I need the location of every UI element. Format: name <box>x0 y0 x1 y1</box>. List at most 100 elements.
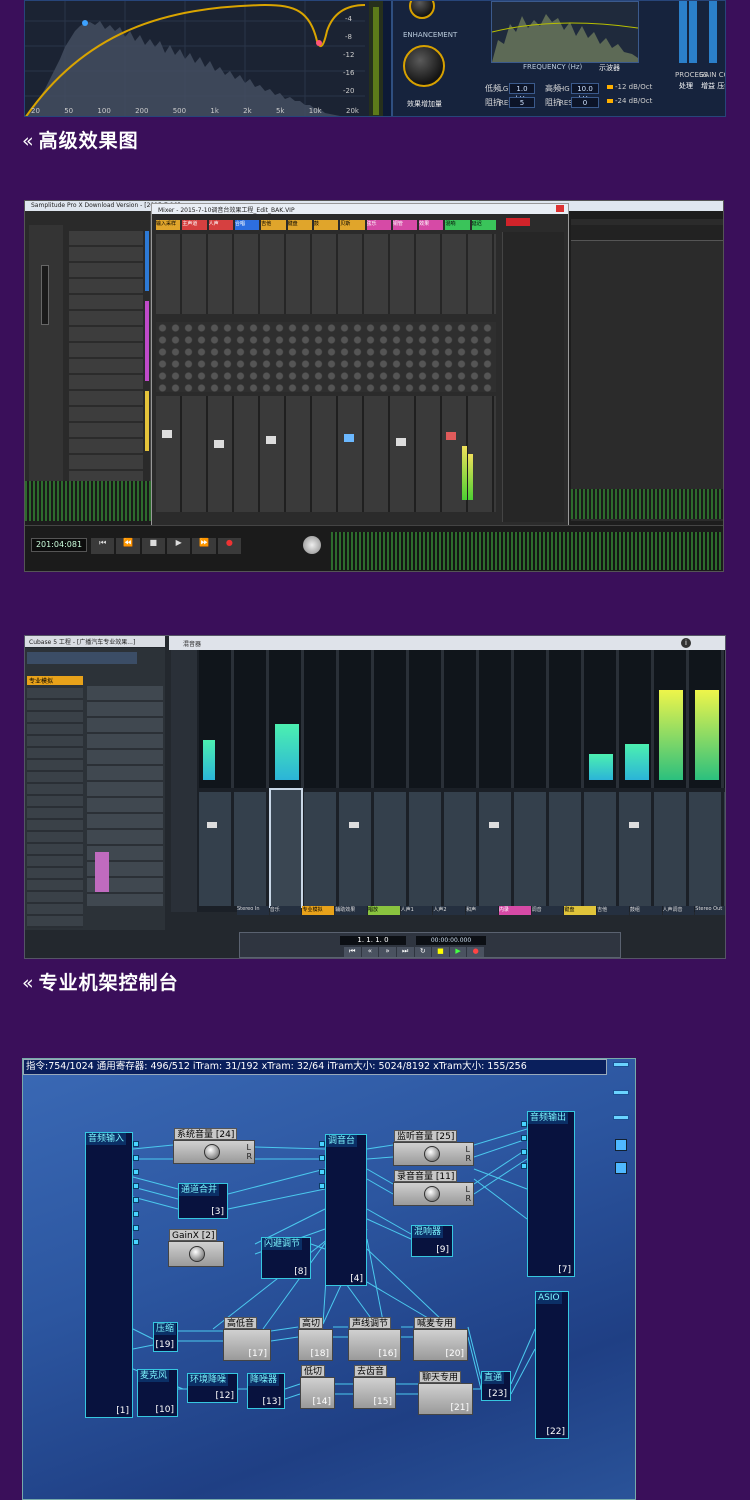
forward-icon[interactable]: » <box>379 947 396 957</box>
module-passthrough[interactable]: 直通 [23] <box>481 1371 511 1401</box>
module-mixer[interactable]: 调音台 [4] <box>325 1134 367 1286</box>
channel-name-top[interactable]: 混响 <box>445 220 470 230</box>
low-freq-field[interactable]: 1.0 kHz <box>509 83 535 103</box>
close-icon[interactable] <box>556 205 564 212</box>
high-res-field[interactable]: 0 <box>571 97 599 108</box>
output-pin[interactable] <box>133 1141 139 1147</box>
forward-icon[interactable]: ⏩ <box>192 538 216 554</box>
module-ducking[interactable]: 闪避调节 [8] <box>261 1237 311 1279</box>
channel-name-top[interactable]: 弦乐 <box>366 220 391 230</box>
module-de-esser[interactable]: 去齿音 [15] <box>353 1365 396 1409</box>
input-pin[interactable] <box>319 1169 325 1175</box>
input-pin[interactable] <box>319 1141 325 1147</box>
output-pin[interactable] <box>133 1225 139 1231</box>
channel-name[interactable]: 专业模拟 <box>302 906 335 915</box>
module-compressor[interactable]: 压缩 [19] <box>153 1322 178 1352</box>
fader-cap[interactable] <box>344 434 354 442</box>
output-pin[interactable] <box>133 1197 139 1203</box>
volume-knob[interactable] <box>204 1144 220 1160</box>
channel-name-top[interactable]: 鼓 <box>313 220 339 230</box>
volume-knob[interactable] <box>303 536 321 554</box>
module-high-cut[interactable]: 高切 [18] <box>298 1317 333 1361</box>
channel-name[interactable]: 人声1 <box>400 906 433 915</box>
module-audio-input[interactable]: 音频输入 [1] <box>85 1132 133 1418</box>
low-res-field[interactable]: 5 <box>509 97 535 108</box>
rewind-icon[interactable]: « <box>361 947 379 957</box>
high-freq-field[interactable]: 10.0 kHz <box>571 83 599 103</box>
record-icon[interactable]: ● <box>467 947 484 957</box>
module-shout-mode[interactable]: 喊麦专用 [20] <box>413 1317 468 1361</box>
module-channel-merge[interactable]: 通道合并 [3] <box>178 1183 228 1219</box>
module-audio-output[interactable]: 音频输出 [7] <box>527 1111 575 1277</box>
goto-end-icon[interactable]: ⏭ <box>396 947 414 957</box>
eq-band-handle-low[interactable] <box>82 20 88 26</box>
stop-icon[interactable]: ■ <box>432 947 449 957</box>
channel-name[interactable]: 唱放 <box>367 906 400 915</box>
output-pin[interactable] <box>133 1183 139 1189</box>
channel-name[interactable]: 内录 <box>498 906 531 915</box>
channel-name-top[interactable]: 人声 <box>208 220 233 230</box>
channel-name-top[interactable]: 铜管 <box>392 220 418 230</box>
channel-name[interactable]: 音乐 <box>269 906 302 915</box>
fader-cap[interactable] <box>629 822 639 828</box>
volume-knob[interactable] <box>424 1146 440 1162</box>
inspector-track-label[interactable]: 专业模拟 <box>27 676 83 685</box>
volume-knob[interactable] <box>424 1186 440 1202</box>
output-pin[interactable] <box>133 1155 139 1161</box>
goto-start-icon[interactable]: ⏮ <box>344 947 361 957</box>
module-voice-tune[interactable]: 声线调节 [16] <box>348 1317 401 1361</box>
selected-channel[interactable] <box>269 788 303 908</box>
module-reverb[interactable]: 混响器 [9] <box>411 1225 453 1257</box>
fader-cap[interactable] <box>489 822 499 828</box>
module-asio[interactable]: ASIO [22] <box>535 1291 569 1439</box>
fader-cap[interactable] <box>396 438 406 446</box>
slope-12-label[interactable]: -12 dB/Oct <box>615 83 652 91</box>
module-microphone[interactable]: 麦克风 [10] <box>137 1369 178 1417</box>
channel-name[interactable]: Stereo Out <box>695 906 725 915</box>
channel-name-top[interactable]: 吉他 <box>261 220 286 230</box>
channel-name[interactable]: Stereo In <box>237 906 269 915</box>
channel-name-top[interactable]: 输入采样 <box>156 220 181 230</box>
enhancement-small-knob[interactable] <box>409 1 435 19</box>
fader-cap[interactable] <box>349 822 359 828</box>
module-low-cut[interactable]: 低切 [14] <box>300 1365 335 1409</box>
channel-name[interactable]: 人声调音 <box>662 906 695 915</box>
module-gainx[interactable]: GainX [2] <box>168 1229 224 1267</box>
channel-name-top[interactable]: 贝斯 <box>340 220 365 230</box>
info-icon[interactable]: i <box>681 638 691 648</box>
channel-name[interactable]: 吉他 <box>597 906 629 915</box>
record-icon[interactable]: ● <box>217 538 241 554</box>
eq-band-handle-notch[interactable] <box>316 40 322 46</box>
module-monitor-volume[interactable]: 监听音量 [25] LR <box>393 1130 474 1166</box>
module-noise-reducer[interactable]: 降噪器 [13] <box>247 1373 285 1409</box>
output-pin[interactable] <box>133 1211 139 1217</box>
output-pin[interactable] <box>133 1169 139 1175</box>
gain-knob[interactable] <box>189 1246 205 1262</box>
module-bass-treble[interactable]: 高低音 [17] <box>223 1317 271 1361</box>
input-pin[interactable] <box>521 1121 527 1127</box>
channel-name[interactable]: 鼓组 <box>629 906 662 915</box>
channel-name[interactable]: 键盘 <box>564 906 597 915</box>
back-icon[interactable]: ⏪ <box>116 538 140 554</box>
input-pin[interactable] <box>521 1149 527 1155</box>
channel-name-top[interactable]: 效果 <box>419 220 444 230</box>
stop-icon[interactable]: ■ <box>141 538 165 554</box>
channel-name-top[interactable]: 主声道 <box>182 220 207 230</box>
cycle-icon[interactable]: ↻ <box>414 947 432 957</box>
play-icon[interactable]: ▶ <box>166 538 191 554</box>
fader-cap[interactable] <box>446 432 456 440</box>
module-record-volume[interactable]: 录音音量 [11] LR <box>393 1170 474 1206</box>
input-pin[interactable] <box>521 1135 527 1141</box>
channel-name[interactable]: 调音 <box>531 906 564 915</box>
rewind-icon[interactable]: ⏮ <box>91 538 115 554</box>
channel-name[interactable]: 人声2 <box>433 906 466 915</box>
channel-name[interactable]: 和声 <box>466 906 498 915</box>
channel-name-top[interactable]: 键盘 <box>287 220 312 230</box>
enhancement-amount-knob[interactable] <box>403 45 445 87</box>
channel-name[interactable]: 辅助效果 <box>335 906 367 915</box>
module-ambient-noise[interactable]: 环境降噪 [12] <box>187 1373 238 1403</box>
channel-name-top[interactable]: 合唱 <box>234 220 260 230</box>
fader-cap[interactable] <box>162 430 172 438</box>
channel-name-top[interactable]: 延迟 <box>471 220 497 230</box>
module-chat-mode[interactable]: 聊天专用 [21] <box>418 1371 473 1415</box>
